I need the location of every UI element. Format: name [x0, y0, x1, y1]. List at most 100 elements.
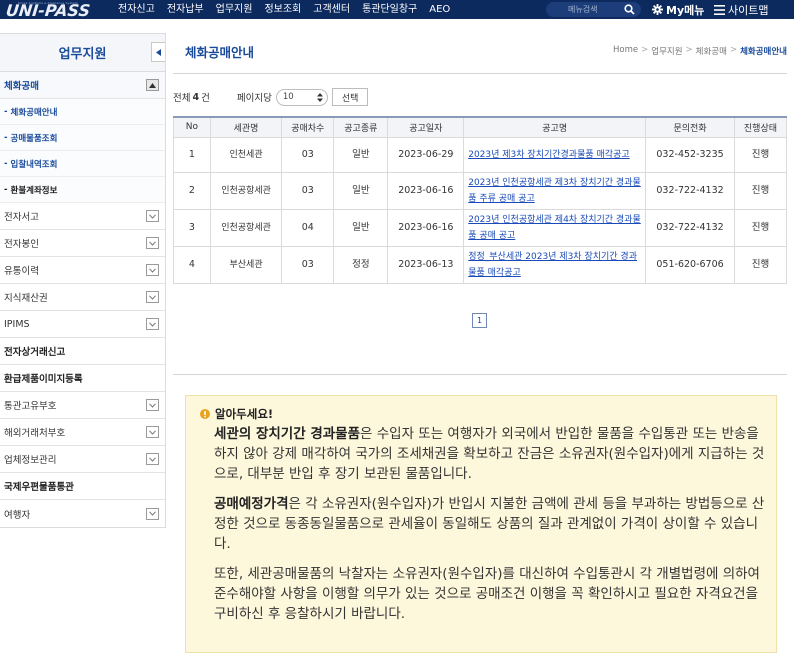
sidebar-item-e-seal[interactable]: 전자봉인: [0, 230, 165, 257]
sidebar-item-customs-code[interactable]: 통관고유부호: [0, 392, 165, 419]
sidebar-item-label: 전자서고: [4, 212, 39, 223]
sidebar-subitem-label: 체화공매안내: [10, 107, 58, 118]
col-office: 세관명: [209, 116, 283, 138]
sidebar-subitem-auction-guide[interactable]: - 체화공매안내: [0, 99, 165, 125]
cell-phone: 051-620-6706: [645, 245, 735, 284]
cell-no: 2: [173, 171, 211, 210]
sidebar-subitem-bid-history[interactable]: - 입찰내역조회: [0, 151, 165, 177]
table-row: 1 인천세관 03 일반 2023-06-29 2023년 제3차 장치기간경과…: [173, 136, 788, 173]
menu-search-input[interactable]: [546, 5, 616, 14]
cell-date: 2023-06-16: [387, 171, 465, 210]
auction-notice-link[interactable]: 2023년 제3차 장치기간경과물품 매각공고: [468, 150, 629, 160]
chevron-up-icon[interactable]: [146, 79, 159, 91]
cell-office: 인천공항세관: [209, 208, 283, 247]
auction-notice-link[interactable]: 2023년 인천공항세관 제3차 장치기간 경과물품 주류 공매 공고: [468, 178, 641, 204]
sidebar-item-company-info[interactable]: 업체정보관리: [0, 446, 165, 473]
chevron-down-icon[interactable]: [146, 318, 159, 330]
col-title: 공고명: [463, 116, 647, 138]
search-icon[interactable]: [621, 2, 637, 17]
hamburger-icon: [714, 4, 725, 15]
chevron-down-icon[interactable]: [146, 237, 159, 249]
sidebar-item-e-archive[interactable]: 전자서고: [0, 203, 165, 230]
sidebar-item-distribution-history[interactable]: 유통이력: [0, 257, 165, 284]
sidebar-subitem-auction-goods[interactable]: - 공매물품조회: [0, 125, 165, 151]
nav-e-declaration[interactable]: 전자신고: [112, 0, 161, 19]
chevron-down-icon[interactable]: [146, 453, 159, 465]
nav-work-support[interactable]: 업무지원: [210, 0, 259, 19]
cell-type: 일반: [333, 171, 389, 210]
page-title: 체화공매안내: [185, 45, 255, 60]
sidebar-item-ip-rights[interactable]: 지식재산권: [0, 284, 165, 311]
sitemap-button[interactable]: 사이트맵: [714, 0, 768, 19]
cell-title: 2023년 인천공항세관 제4차 장치기간 경과물품 공매 공고: [463, 208, 647, 247]
my-menu-label: My메뉴: [666, 3, 705, 17]
sidebar-item-label: 지식재산권: [4, 293, 48, 304]
total-suffix: 건: [201, 93, 210, 104]
chevron-down-icon[interactable]: [146, 291, 159, 303]
chevron-down-icon[interactable]: [146, 507, 159, 520]
sidebar-item-label: 환급제품이미지등록: [4, 374, 83, 385]
select-button[interactable]: 선택: [331, 88, 369, 106]
sidebar-title: 업무지원: [0, 34, 165, 72]
chevron-down-icon[interactable]: [146, 426, 159, 438]
nav-info-inquiry[interactable]: 정보조회: [258, 0, 307, 19]
sidebar-subitem-label: 입찰내역조회: [10, 159, 58, 170]
cell-date: 2023-06-13: [387, 245, 465, 284]
auction-notice-link[interactable]: 정정_부산세관 2023년 제3차 장치기간 경과물품 매각공고: [468, 252, 637, 278]
sidebar-item-label: IPIMS: [4, 318, 30, 330]
sidebar-item-label: 체화공매: [4, 81, 39, 92]
per-page-select[interactable]: 10: [275, 88, 328, 106]
chevron-down-icon[interactable]: [146, 210, 159, 222]
sidebar-item-label: 여행자: [4, 509, 31, 521]
table-row: 3 인천공항세관 04 일반 2023-06-16 2023년 인천공항세관 제…: [173, 208, 788, 247]
notice-box: 알아두세요! 세관의 장치기간 경과물품은 수입자 또는 여행자가 외국에서 반…: [185, 395, 777, 653]
nav-single-window[interactable]: 통관단일창구: [356, 0, 423, 19]
breadcrumb-work-support[interactable]: 업무지원: [651, 45, 682, 57]
sidebar-item-label: 전자상거래신고: [4, 347, 66, 358]
sidebar-item-label: 전자봉인: [4, 239, 39, 250]
auction-notice-link[interactable]: 2023년 인천공항세관 제4차 장치기간 경과물품 공매 공고: [468, 215, 641, 241]
my-menu-button[interactable]: My메뉴: [652, 0, 704, 19]
sidebar-item-label: 해외거래처부호: [4, 428, 66, 439]
breadcrumb-home[interactable]: Home: [613, 45, 638, 57]
sidebar-item-refund-image-register[interactable]: 환급제품이미지등록: [0, 365, 165, 392]
table-row: 2 인천공항세관 03 일반 2023-06-16 2023년 인천공항세관 제…: [173, 171, 788, 210]
auction-table: No 세관명 공매차수 공고종류 공고일자 공고명 문의전화 진행상태 1 인천…: [173, 116, 788, 284]
sidebar-item-ecommerce-declaration[interactable]: 전자상거래신고: [0, 338, 165, 365]
breadcrumb-separator: >: [685, 45, 693, 55]
cell-phone: 032-722-4132: [645, 208, 735, 247]
cell-status: 진행: [733, 245, 788, 284]
chevron-down-icon[interactable]: [146, 264, 159, 276]
logo-wordmark: UNI-PASS: [5, 1, 92, 19]
sidebar-item-ipims[interactable]: IPIMS: [0, 311, 165, 338]
top-navigation-bar: Korea Customs e-Clearance System UNI-PAS…: [0, 0, 794, 19]
sidebar-item-traveler[interactable]: 여행자: [0, 500, 165, 527]
cell-office: 인천공항세관: [209, 171, 283, 210]
sidebar-item-label: 국제우편물품통관: [4, 482, 74, 493]
sidebar-item-overseas-partner-code[interactable]: 해외거래처부호: [0, 419, 165, 446]
breadcrumb: Home > 업무지원 > 체화공매 > 체화공매안내: [613, 45, 787, 57]
table-row: 4 부산세관 03 정정 2023-06-13 정정_부산세관 2023년 제3…: [173, 245, 788, 284]
unipass-logo[interactable]: Korea Customs e-Clearance System UNI-PAS…: [0, 0, 112, 19]
sidebar-item-intl-postal[interactable]: 국제우편물품통관: [0, 473, 165, 500]
breadcrumb-separator: >: [729, 45, 738, 55]
sidebar-collapse-button[interactable]: [151, 42, 165, 62]
col-no: No: [173, 116, 211, 138]
chevron-down-icon[interactable]: [146, 399, 159, 411]
nav-aeo[interactable]: AEO: [423, 0, 456, 19]
breadcrumb-public-auction[interactable]: 체화공매: [696, 45, 727, 57]
per-page-value: 10: [282, 92, 294, 102]
sidebar-subitem-refund-account[interactable]: - 환불계좌정보: [0, 177, 165, 203]
cell-status: 진행: [733, 136, 788, 173]
sidebar-item-public-auction[interactable]: 체화공매: [0, 72, 165, 99]
nav-e-payment[interactable]: 전자납부: [161, 0, 210, 19]
notice-header: 알아두세요!: [200, 406, 766, 422]
cell-type: 일반: [333, 208, 389, 247]
list-controls: 전체 4 건 페이지당 10 선택: [173, 88, 369, 106]
nav-customer-center[interactable]: 고객센터: [307, 0, 356, 19]
sitemap-label: 사이트맵: [728, 3, 769, 17]
pagination-page-1[interactable]: 1: [472, 313, 487, 328]
breadcrumb-separator: >: [641, 45, 649, 55]
title-divider: [173, 73, 787, 74]
up-down-arrows-icon: [316, 92, 323, 102]
